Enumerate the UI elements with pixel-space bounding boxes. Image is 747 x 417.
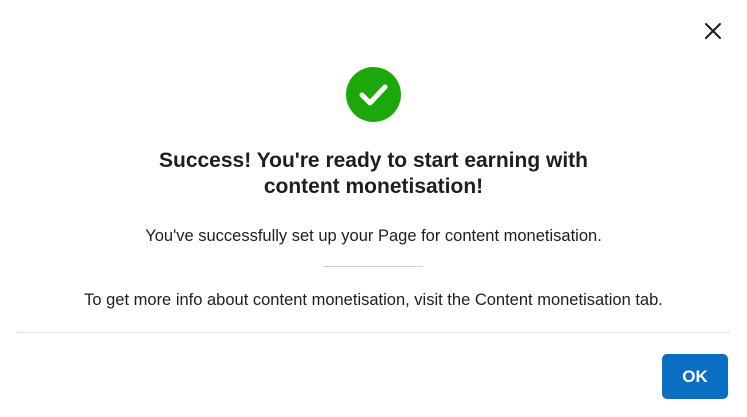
dialog-subtitle: You've successfully set up your Page for… — [145, 227, 602, 245]
success-dialog: Success! You're ready to start earning w… — [0, 0, 747, 417]
footer-divider — [17, 332, 730, 333]
dialog-title-line1: Success! You're ready to start earning w… — [158, 149, 588, 172]
close-button[interactable] — [700, 18, 726, 44]
dialog-title-line2: content monetisation! — [263, 175, 484, 198]
dialog-title: Success! You're ready to start earning w… — [0, 148, 747, 200]
dialog-info-text: To get more info about content monetisat… — [84, 291, 663, 309]
close-icon — [705, 23, 721, 39]
ok-button[interactable]: OK — [662, 354, 728, 399]
checkmark-circle-icon — [346, 67, 401, 122]
short-divider — [323, 266, 423, 267]
